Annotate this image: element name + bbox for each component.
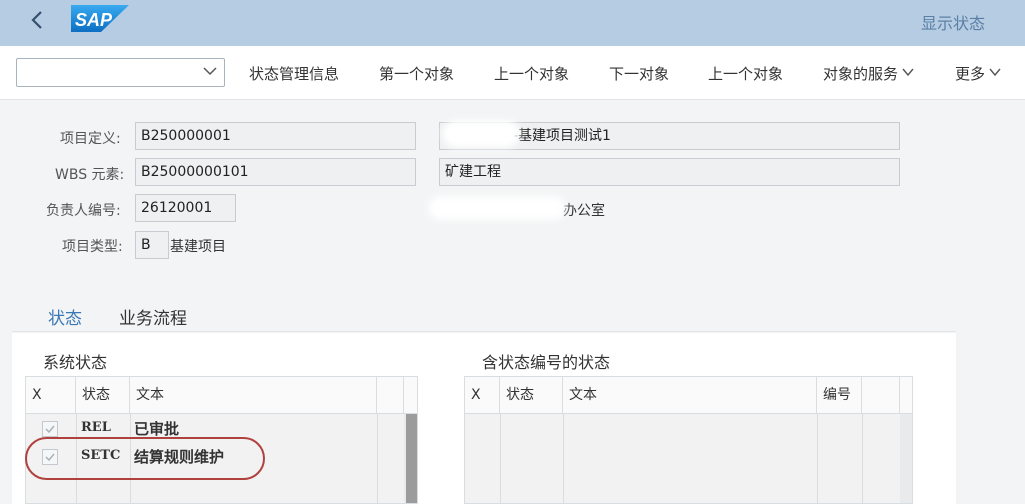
project-def-desc: -基建项目测试1 [513,128,611,144]
wbs-desc-field: 矿建工程 [439,158,900,186]
col-header-status[interactable]: 状态 [76,377,130,414]
col-header-status[interactable]: 状态 [500,377,563,414]
redaction-mask [434,202,560,214]
sap-logo[interactable]: SAP [71,5,129,32]
row-checkbox [42,449,58,465]
row-checkbox [42,421,58,437]
previous-object-button[interactable]: 上一个对象 [494,63,569,84]
object-select[interactable] [16,58,225,87]
scrollbar[interactable] [404,414,417,503]
next-object-button[interactable]: 下一对象 [609,63,669,84]
project-def-field[interactable]: B250000001 [135,122,416,150]
col-header-text[interactable]: 文本 [130,377,377,414]
tab-business-process[interactable]: 业务流程 [119,304,187,329]
person-field[interactable]: 26120001 [135,194,236,222]
col-divider [817,414,818,503]
col-divider [130,414,131,503]
svg-text:SAP: SAP [75,10,113,30]
col-header-text[interactable]: 文本 [563,377,817,414]
person-desc: 办公室 [563,203,605,219]
proj-type-label: 项目类型: [62,239,123,255]
checkmark-icon [45,453,55,462]
row-text: 结算规则维护 [134,448,225,466]
row-text: 已审批 [134,420,180,438]
col-header-x[interactable]: X [465,377,500,414]
col-header-scroll [900,377,912,414]
col-header-scroll [404,377,417,414]
col-header-x[interactable]: X [26,377,76,414]
last-object-button[interactable]: 上一个对象 [708,63,783,84]
col-divider [862,414,863,503]
object-services-button[interactable]: 对象的服务 [823,63,914,84]
chevron-down-icon [902,68,914,77]
col-header-blank [862,377,900,414]
user-status-title: 含状态编号的状态 [482,353,611,372]
wbs-label: WBS 元素: [55,167,125,183]
row-status: SETC [81,448,121,463]
toolbar: 状态管理信息 第一个对象 上一个对象 下一对象 上一个对象 对象的服务 更多 [0,46,1025,100]
col-divider [76,414,77,503]
person-label: 负责人编号: [46,203,121,219]
shell-header: SAP 显示状态 [0,0,1025,46]
object-services-label: 对象的服务 [823,65,899,83]
user-status-table: X 状态 文本 编号 [464,376,913,504]
redaction-mask [448,126,514,142]
page-title: 显示状态 [920,14,985,33]
scrollbar-thumb[interactable] [406,414,417,503]
chevron-left-icon[interactable] [26,8,50,32]
chevron-down-icon [989,68,1001,77]
chevron-down-icon [203,67,217,76]
proj-type-desc: 基建项目 [170,239,226,255]
col-divider [563,414,564,503]
more-button[interactable]: 更多 [955,63,1001,84]
col-divider [377,414,378,503]
system-status-title: 系统状态 [43,353,108,372]
system-status-table: X 状态 文本 REL 已审批 SETC 结算规则维护 [25,376,418,504]
project-def-label: 项目定义: [60,131,121,147]
col-header-blank [377,377,404,414]
proj-type-field[interactable]: B [135,231,169,259]
first-object-button[interactable]: 第一个对象 [379,63,454,84]
col-header-number[interactable]: 编号 [817,377,862,414]
row-status: REL [81,420,111,435]
checkmark-icon [45,425,55,434]
col-divider [500,414,501,503]
tab-bar: 状态 业务流程 [12,294,956,339]
wbs-field[interactable]: B25000000101 [135,158,416,186]
tab-status[interactable]: 状态 [45,304,85,339]
scrollbar[interactable] [900,414,912,503]
status-mgmt-info-button[interactable]: 状态管理信息 [249,63,339,84]
more-label: 更多 [955,65,986,83]
